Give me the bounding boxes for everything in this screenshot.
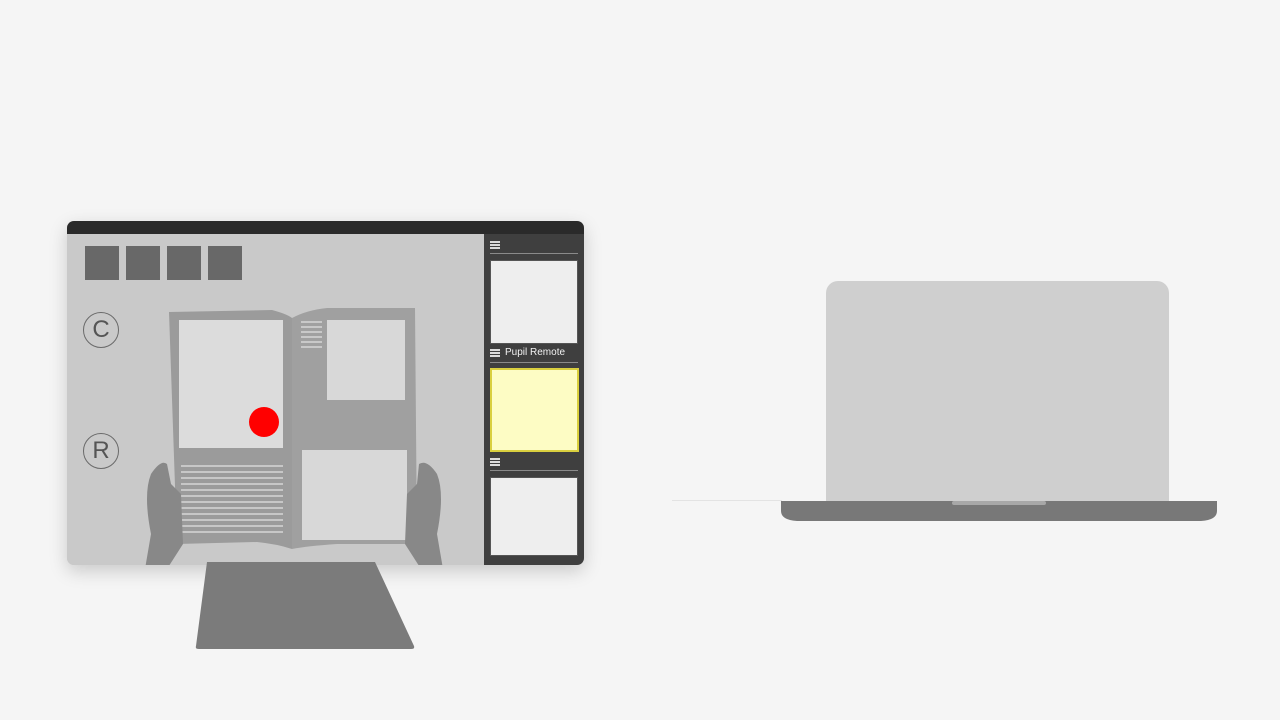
calibrate-button[interactable]: C — [83, 312, 119, 348]
divider — [490, 253, 578, 254]
laptop-shadow — [672, 500, 782, 501]
laptop-base — [781, 501, 1217, 521]
gaze-marker — [249, 407, 279, 437]
toolbar-button-3[interactable] — [167, 246, 201, 280]
record-button[interactable]: R — [83, 433, 119, 469]
world-view: C R — [67, 234, 484, 565]
book-image-lower — [302, 450, 407, 540]
laptop-notch — [952, 501, 1046, 505]
plugin-side-panel: Pupil Remote — [484, 234, 584, 565]
menu-icon[interactable] — [490, 241, 500, 249]
laptop-screen — [826, 281, 1169, 503]
menu-icon[interactable] — [490, 458, 500, 466]
pupil-remote-title: Pupil Remote — [505, 347, 566, 358]
window-title-bar — [67, 221, 584, 234]
calibrate-button-label: C — [92, 316, 110, 343]
book-image-right — [327, 320, 405, 400]
record-button-label: R — [92, 437, 110, 464]
toolbar-button-4[interactable] — [208, 246, 242, 280]
toolbar-button-2[interactable] — [126, 246, 160, 280]
plugin-thumbnail-1[interactable] — [490, 260, 578, 344]
plugin-thumbnail-3[interactable] — [490, 477, 578, 556]
book-illustration — [145, 308, 443, 565]
menu-icon[interactable] — [490, 349, 500, 357]
divider — [490, 362, 578, 363]
divider — [490, 470, 578, 471]
pupil-remote-thumbnail[interactable] — [490, 368, 579, 452]
monitor-stand — [195, 562, 415, 649]
monitor: C R Pupil Remote — [67, 221, 584, 565]
toolbar-button-1[interactable] — [85, 246, 119, 280]
